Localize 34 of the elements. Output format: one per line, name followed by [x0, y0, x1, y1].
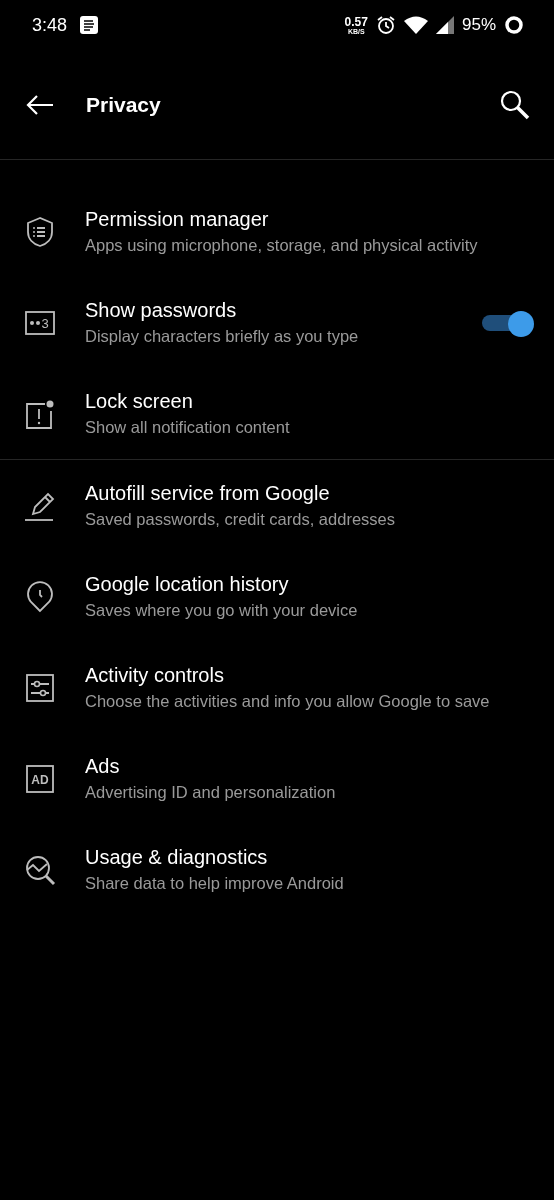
- document-icon: [79, 15, 100, 35]
- ads-icon: AD: [26, 764, 54, 793]
- shield-icon: [25, 215, 55, 248]
- page-title: Privacy: [86, 92, 162, 117]
- setting-description: Share data to help improve Android: [85, 874, 345, 893]
- search-icon: [500, 89, 530, 120]
- back-button[interactable]: [26, 93, 54, 116]
- setting-description: Apps using microphone, storage, and physical activity: [85, 236, 479, 255]
- password-icon: 3: [25, 310, 55, 335]
- setting-description: Display characters briefly as you type: [85, 327, 360, 346]
- setting-title[interactable]: Activity controls: [85, 664, 530, 687]
- notification-screen-icon: [25, 398, 55, 429]
- wifi-icon: [403, 16, 428, 34]
- setting-description: Saves where you go with your device: [85, 601, 359, 620]
- clock: 3:48: [32, 14, 68, 36]
- alarm-icon: [375, 15, 396, 35]
- setting-title[interactable]: Lock screen: [85, 390, 530, 413]
- setting-title[interactable]: Ads: [85, 755, 530, 778]
- setting-title[interactable]: Permission manager: [85, 208, 530, 231]
- setting-description: Choose the activities and info you allow Google to save: [85, 692, 491, 711]
- search-button[interactable]: [500, 89, 530, 120]
- setting-title[interactable]: Show passwords: [85, 299, 482, 322]
- setting-description: Show all notification content: [85, 418, 291, 437]
- setting-description: Saved passwords, credit cards, addresses: [85, 510, 396, 529]
- setting-title[interactable]: Google location history: [85, 573, 530, 596]
- setting-title[interactable]: Autofill service from Google: [85, 482, 530, 505]
- signal-icon: [435, 16, 454, 34]
- battery-level: 95%: [461, 15, 496, 35]
- location-clock-icon: [26, 580, 54, 613]
- sliders-icon: [25, 672, 55, 703]
- setting-description: Advertising ID and personalization: [85, 783, 337, 802]
- setting-title[interactable]: Usage & diagnostics: [85, 846, 530, 869]
- back-arrow-icon: [26, 93, 54, 116]
- battery-ring-icon: [504, 15, 524, 35]
